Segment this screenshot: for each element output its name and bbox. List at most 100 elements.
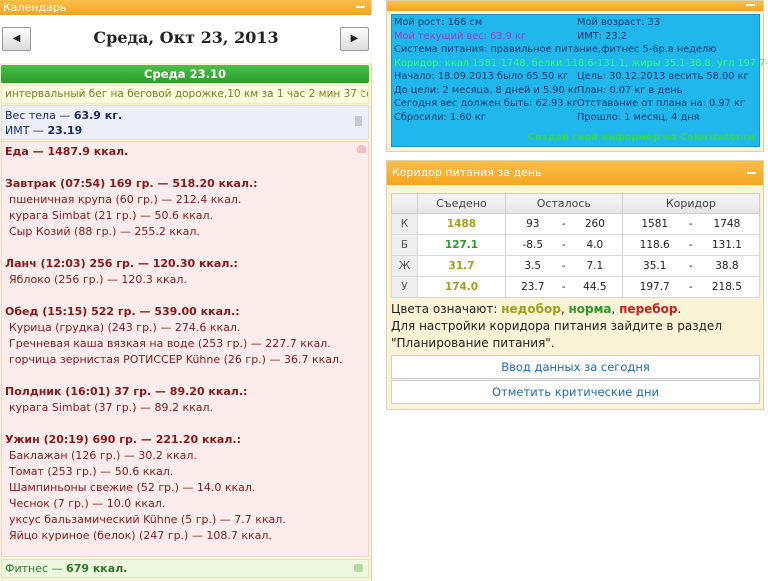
- corridor-min: 197.7: [621, 276, 687, 298]
- eaten-value: 127.1: [417, 234, 506, 256]
- meal-header[interactable]: Завтрак (07:54) 169 гр. — 518.20 ккал.:: [5, 176, 365, 192]
- meal-header[interactable]: Ужин (20:19) 690 гр. — 221.20 ккал.:: [5, 432, 365, 448]
- corridor-title: Коридор питания за день: [392, 166, 542, 179]
- meal-header[interactable]: Еда — 1487.9 ккал.: [5, 144, 365, 160]
- weight-block[interactable]: Вес тела — 63.9 кг. ИМТ — 23.19: [1, 105, 369, 140]
- informer-link[interactable]: Создай свой информер на Calorizator.ru: [528, 132, 755, 144]
- food-item[interactable]: Яблоко (256 гр.) — 120.3 ккал.: [5, 272, 365, 288]
- legend-sep: ,: [611, 302, 620, 316]
- food-item[interactable]: Чеснок (7 гр.) — 10.0 ккал.: [5, 496, 365, 512]
- informer-panel: Создай свой информер на Calorizator.ru М…: [386, 0, 768, 152]
- meal-header[interactable]: Полдник (16:01) 37 гр. — 89.20 ккал.:: [5, 384, 365, 400]
- informer-row-left: Начало: 18.09.2013 было 65.50 кг: [394, 71, 569, 82]
- informer-card: Создай свой информер на Calorizator.ru М…: [391, 14, 768, 147]
- left-min: 3.5: [504, 255, 560, 277]
- corridor-min: 118.6: [621, 234, 687, 256]
- left-max: 4.0: [568, 234, 623, 256]
- informer-row-right: План: 0.07 кг в день: [577, 84, 683, 96]
- left-dash: -: [559, 213, 569, 235]
- fitness-label: Фитнес: [5, 562, 49, 575]
- left-min: 23.7: [504, 276, 560, 298]
- bmi-line: ИМТ — 23.19: [5, 124, 83, 137]
- legend-line: Цвета означают: недобор, норма, перебор.: [391, 301, 760, 318]
- corridor-row: Б 127.1 -8.5-4.0 118.6-131.1: [391, 234, 760, 256]
- col-header-corridor: Коридор: [621, 193, 761, 214]
- fitness-value: 679 ккал.: [66, 562, 128, 575]
- bmi-value: 23.19: [47, 124, 83, 137]
- food-item[interactable]: курага Simbat (37 гр.) — 89.2 ккал.: [5, 400, 365, 416]
- bmi-label: ИМТ: [5, 124, 30, 137]
- left-min: -8.5: [504, 234, 560, 256]
- legend-end: .: [677, 302, 682, 316]
- calendar-panel: Календарь ◀ Среда, Окт 23, 2013 ▶ Среда …: [0, 0, 372, 581]
- left-min: 93: [504, 213, 560, 235]
- informer-row-left: Мой рост: 166 см: [394, 17, 483, 28]
- corridor-row: Ж 31.7 3.5-7.1 35.1-38.8: [391, 255, 760, 277]
- enter-data-button[interactable]: Ввод данных за сегодня: [391, 355, 760, 379]
- col-header-eaten: Съедено: [417, 193, 506, 214]
- informer-row-right: Мой возраст: 33: [577, 17, 661, 28]
- left-dash: -: [559, 255, 569, 277]
- row-label: К: [391, 213, 418, 235]
- food-block[interactable]: Еда — 1487.9 ккал. Завтрак (07:54) 169 гр…: [1, 141, 369, 557]
- eaten-value: 174.0: [417, 276, 506, 298]
- corridor-min: 35.1: [621, 255, 687, 277]
- food-item[interactable]: Курица (грудка) (243 гр.) — 274.6 ккал.: [5, 320, 365, 336]
- informer-header: [387, 1, 763, 11]
- informer-row-left: Система питания: правильное питание,фитн…: [394, 44, 717, 55]
- current-date: Среда, Окт 23, 2013: [93, 28, 279, 47]
- weight-line: Вес тела — 63.9 кг.: [5, 109, 123, 122]
- corridor-row: К 1488 93-260 1581-1748: [391, 213, 760, 235]
- calendar-header-title: Календарь: [3, 1, 67, 14]
- fitness-icon[interactable]: [354, 564, 363, 572]
- informer-row-right: Прошло: 1 месяц, 4 дня: [577, 111, 700, 123]
- food-item[interactable]: Сыр Козий (88 гр.) — 255.2 ккал.: [5, 224, 365, 240]
- prev-day-button[interactable]: ◀: [2, 27, 31, 51]
- minimize-icon[interactable]: [356, 6, 365, 8]
- arrow-right-icon: ▶: [350, 33, 359, 44]
- left-dash: -: [559, 234, 569, 256]
- legend-prefix: Цвета означают:: [391, 302, 502, 316]
- col-header-empty: [391, 193, 418, 214]
- food-item[interactable]: пшеничная крупа (60 гр.) — 212.4 ккал.: [5, 192, 365, 208]
- corridor-table: Съедено Осталось Коридор К 1488 93-260 1581…: [391, 193, 761, 298]
- minimize-icon[interactable]: [746, 4, 755, 6]
- food-item[interactable]: Шампиньоны свежие (52 гр.) — 14.0 ккал.: [5, 480, 365, 496]
- col-header-left: Осталось: [505, 193, 623, 214]
- next-day-button[interactable]: ▶: [340, 27, 369, 51]
- meal-header[interactable]: Обед (15:15) 522 гр. — 539.00 ккал.:: [5, 304, 365, 320]
- food-item[interactable]: курага Simbat (21 гр.) — 50.6 ккал.: [5, 208, 365, 224]
- corridor-max: 131.1: [694, 234, 760, 256]
- eaten-value: 31.7: [417, 255, 506, 277]
- date-bar: ◀ Среда, Окт 23, 2013 ▶: [0, 15, 372, 63]
- critical-days-button[interactable]: Отметить критические дни: [391, 380, 760, 404]
- weight-label: Вес тела: [5, 109, 56, 122]
- corridor-panel: Коридор питания за день Съедено Осталось…: [386, 160, 764, 410]
- row-label: Ж: [391, 255, 418, 277]
- minimize-icon[interactable]: [747, 172, 756, 174]
- food-item[interactable]: уксус бальзамический Kühne (5 гр.) — 7.7…: [5, 512, 365, 528]
- food-item[interactable]: Баклажан (126 гр.) — 30.2 ккал.: [5, 448, 365, 464]
- legend-under: недобор: [501, 302, 561, 316]
- fitness-row[interactable]: Фитнес — 679 ккал.: [1, 559, 369, 578]
- informer-row-right: ИМТ: 23.2: [577, 30, 627, 42]
- day-header: Среда 23.10: [1, 65, 369, 83]
- food-item[interactable]: Яйцо куриное (белок) (247 гр.) — 108.7 к…: [5, 528, 365, 544]
- note-row[interactable]: интервальный бег на беговой дорожке,10 к…: [1, 85, 369, 104]
- informer-row-left: Сбросили: 1.60 кг: [394, 111, 486, 123]
- trash-icon[interactable]: [355, 116, 362, 126]
- left-max: 44.5: [568, 276, 623, 298]
- food-item[interactable]: горчица зернистая РОТИССЕР Kühne (26 гр.…: [5, 352, 365, 368]
- food-item[interactable]: Томат (253 гр.) — 50.6 ккал.: [5, 464, 365, 480]
- informer-row-left: Мой текущий вес: 63.9 кг: [394, 30, 527, 42]
- food-item[interactable]: Гречневая каша вязкая на воде (253 гр.) …: [5, 336, 365, 352]
- legend-norm: норма: [568, 302, 612, 316]
- informer-row-left: Сегодня вес должен быть: 62.93 кг: [394, 98, 578, 109]
- meal-header[interactable]: Ланч (12:03) 256 гр. — 120.30 ккал.:: [5, 256, 365, 272]
- informer-row-right: Цель: 30.12.2013 весить 58.00 кг: [577, 71, 749, 82]
- corridor-dash: -: [686, 255, 695, 277]
- legend-block: Цвета означают: недобор, норма, перебор.…: [391, 301, 760, 352]
